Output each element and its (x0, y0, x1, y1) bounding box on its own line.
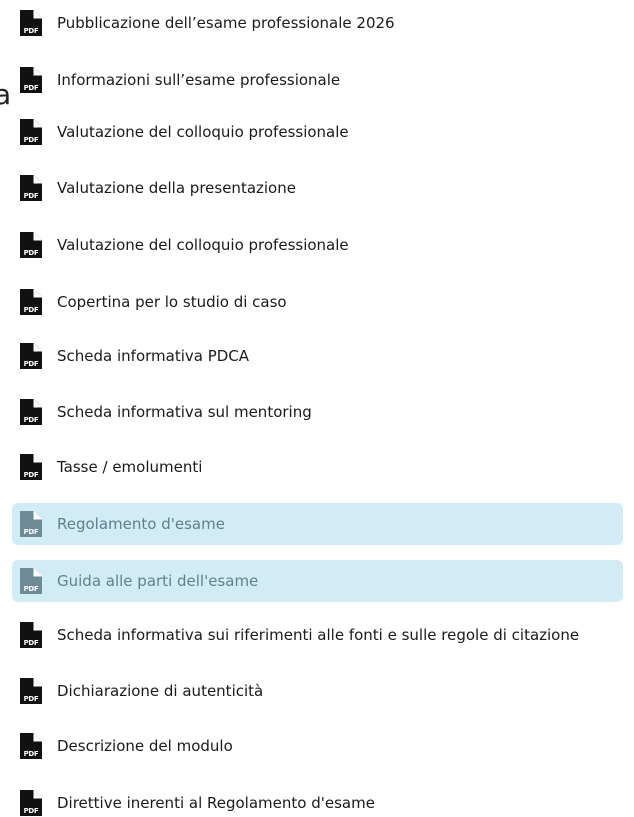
document-link-label[interactable]: Descrizione del modulo (57, 737, 233, 755)
document-link-item[interactable]: PDF Informazioni sull’esame professional… (12, 59, 623, 101)
pdf-icon-text: PDF (23, 528, 39, 536)
document-link-label[interactable]: Informazioni sull’esame professionale (57, 71, 340, 89)
pdf-file-icon: PDF (19, 677, 43, 705)
pdf-icon-text: PDF (23, 750, 39, 758)
pdf-file-icon: PDF (19, 732, 43, 760)
document-link-label[interactable]: Tasse / emolumenti (57, 458, 202, 476)
pdf-file-icon: PDF (19, 621, 43, 649)
pdf-icon-text: PDF (23, 639, 39, 647)
document-link-item[interactable]: PDF Copertina per lo studio di caso (12, 281, 623, 323)
document-list-page: a PDF Pubblicazione dell’esame professio… (0, 0, 634, 817)
pdf-file-icon: PDF (19, 789, 43, 817)
document-link-label[interactable]: Valutazione del colloquio professionale (57, 236, 349, 254)
document-link-item[interactable]: PDF Scheda informativa sui riferimenti a… (12, 614, 623, 656)
pdf-file-icon: PDF (19, 9, 43, 37)
pdf-file-icon: PDF (19, 567, 43, 595)
pdf-file-icon: PDF (19, 288, 43, 316)
pdf-icon-text: PDF (23, 695, 39, 703)
document-link-label[interactable]: Copertina per lo studio di caso (57, 293, 287, 311)
pdf-icon-text: PDF (23, 306, 39, 314)
pdf-file-icon: PDF (19, 231, 43, 259)
document-link-label[interactable]: Direttive inerenti al Regolamento d'esam… (57, 794, 375, 812)
document-link-item[interactable]: PDF Valutazione della presentazione (12, 167, 623, 209)
document-link-item[interactable]: PDF Valutazione del colloquio profession… (12, 111, 623, 153)
document-link-item[interactable]: PDF Regolamento d'esame (12, 503, 623, 545)
document-link-label[interactable]: Dichiarazione di autenticità (57, 682, 263, 700)
pdf-file-icon: PDF (19, 118, 43, 146)
pdf-file-icon: PDF (19, 174, 43, 202)
pdf-icon-text: PDF (23, 27, 39, 35)
document-link-item[interactable]: PDF Scheda informativa PDCA (12, 335, 623, 377)
document-link-label[interactable]: Scheda informativa sui riferimenti alle … (57, 626, 579, 644)
document-link-item[interactable]: PDF Scheda informativa sul mentoring (12, 391, 623, 433)
document-link-item[interactable]: PDF Descrizione del modulo (12, 725, 623, 767)
document-link-label[interactable]: Scheda informativa sul mentoring (57, 403, 312, 421)
document-link-item[interactable]: PDF Guida alle parti dell'esame (12, 560, 623, 602)
pdf-file-icon: PDF (19, 66, 43, 94)
pdf-icon-text: PDF (23, 471, 39, 479)
pdf-icon-text: PDF (23, 807, 39, 815)
pdf-file-icon: PDF (19, 510, 43, 538)
document-link-label[interactable]: Valutazione del colloquio professionale (57, 123, 349, 141)
pdf-file-icon: PDF (19, 398, 43, 426)
document-link-item[interactable]: PDF Pubblicazione dell’esame professiona… (12, 2, 623, 44)
pdf-file-icon: PDF (19, 342, 43, 370)
document-link-item[interactable]: PDF Tasse / emolumenti (12, 446, 623, 488)
document-link-label[interactable]: Valutazione della presentazione (57, 179, 296, 197)
pdf-icon-text: PDF (23, 360, 39, 368)
document-link-item[interactable]: PDF Direttive inerenti al Regolamento d'… (12, 782, 623, 817)
pdf-icon-text: PDF (23, 249, 39, 257)
pdf-icon-text: PDF (23, 136, 39, 144)
document-link-label[interactable]: Pubblicazione dell’esame professionale 2… (57, 14, 395, 32)
document-link-item[interactable]: PDF Valutazione del colloquio profession… (12, 224, 623, 266)
document-link-label[interactable]: Regolamento d'esame (57, 515, 225, 533)
pdf-icon-text: PDF (23, 416, 39, 424)
document-link-label[interactable]: Scheda informativa PDCA (57, 347, 249, 365)
pdf-icon-text: PDF (23, 84, 39, 92)
document-link-item[interactable]: PDF Dichiarazione di autenticità (12, 670, 623, 712)
cropped-text-fragment: a (0, 78, 12, 111)
document-link-label[interactable]: Guida alle parti dell'esame (57, 572, 258, 590)
pdf-icon-text: PDF (23, 585, 39, 593)
pdf-file-icon: PDF (19, 453, 43, 481)
pdf-icon-text: PDF (23, 192, 39, 200)
